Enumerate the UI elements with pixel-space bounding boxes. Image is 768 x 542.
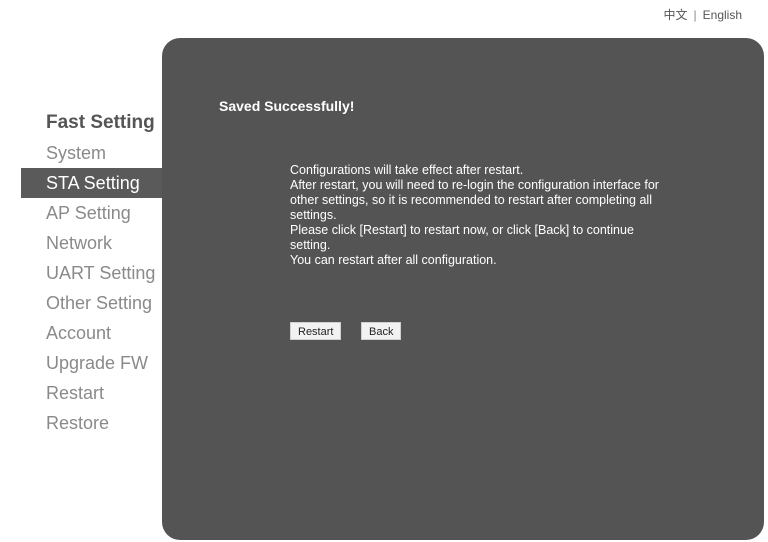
panel-title: Saved Successfully! bbox=[219, 98, 355, 114]
sidebar-item-upgrade-fw[interactable]: Upgrade FW bbox=[21, 348, 171, 378]
restart-button[interactable]: Restart bbox=[290, 322, 342, 340]
sidebar-item-restore[interactable]: Restore bbox=[21, 408, 171, 438]
sidebar-item-sta-setting[interactable]: STA Setting bbox=[21, 168, 171, 198]
language-chinese-link[interactable]: 中文 bbox=[664, 8, 688, 22]
content-panel: Saved Successfully! Configurations will … bbox=[162, 38, 764, 540]
sidebar-item-other-setting[interactable]: Other Setting bbox=[21, 288, 171, 318]
message-line: You can restart after all configuration. bbox=[290, 253, 497, 267]
restart-message: Configurations will take effect after re… bbox=[290, 163, 660, 268]
message-line: Configurations will take effect after re… bbox=[290, 163, 524, 177]
message-line: After restart, you will need to re-login… bbox=[290, 178, 659, 222]
sidebar-item-uart-setting[interactable]: UART Setting bbox=[21, 258, 171, 288]
language-switcher: 中文 | English bbox=[664, 6, 743, 23]
message-line: Please click [Restart] to restart now, o… bbox=[290, 223, 634, 252]
sidebar-item-system[interactable]: System bbox=[21, 138, 171, 168]
language-separator: | bbox=[693, 8, 697, 22]
sidebar-item-ap-setting[interactable]: AP Setting bbox=[21, 198, 171, 228]
sidebar-nav: Fast Setting System STA Setting AP Setti… bbox=[21, 108, 171, 438]
sidebar-item-restart[interactable]: Restart bbox=[21, 378, 171, 408]
sidebar-item-account[interactable]: Account bbox=[21, 318, 171, 348]
back-button[interactable]: Back bbox=[361, 322, 402, 340]
sidebar-item-fast-setting[interactable]: Fast Setting bbox=[21, 108, 171, 138]
language-english-link[interactable]: English bbox=[703, 8, 742, 22]
sidebar-item-network[interactable]: Network bbox=[21, 228, 171, 258]
